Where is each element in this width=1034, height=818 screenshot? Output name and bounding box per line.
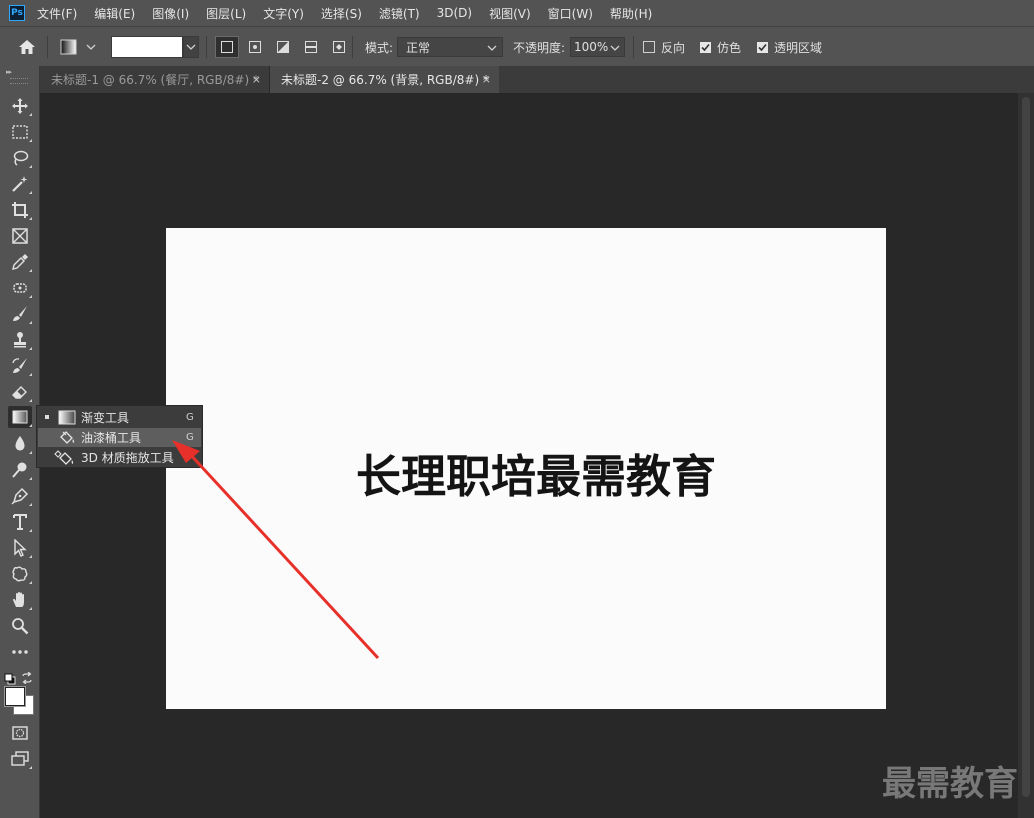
current-tool-bullet xyxy=(45,415,49,419)
blur-tool-icon[interactable] xyxy=(8,433,32,455)
close-icon[interactable]: × xyxy=(252,73,261,86)
document-canvas[interactable]: 长理职培最需教育 xyxy=(166,228,886,709)
move-tool-icon[interactable] xyxy=(8,95,32,117)
flyout-item-3d-material-drop[interactable]: 3D 材质拖放工具 xyxy=(38,448,201,467)
mode-select[interactable]: 正常 xyxy=(397,27,503,67)
menu-file[interactable]: 文件(F) xyxy=(37,5,77,22)
healing-brush-tool-icon[interactable] xyxy=(8,277,32,299)
menu-bar: Ps 文件(F) 编辑(E) 图像(I) 图层(L) 文字(Y) 选择(S) 滤… xyxy=(0,0,1034,26)
hand-tool-icon[interactable] xyxy=(8,589,32,611)
gradient-tool-flyout: 渐变工具 G 油漆桶工具 G 3D 材质拖放工具 xyxy=(36,405,203,468)
path-selection-tool-icon[interactable] xyxy=(8,537,32,559)
vertical-scrollbar[interactable] xyxy=(1018,93,1034,818)
watermark-text: 最需教育 xyxy=(882,764,1018,804)
gradient-tool-icon[interactable] xyxy=(8,406,32,428)
flyout-item-gradient[interactable]: 渐变工具 G xyxy=(38,408,201,427)
custom-shape-tool-icon[interactable] xyxy=(8,563,32,585)
brush-tool-icon[interactable] xyxy=(8,303,32,325)
magic-wand-tool-icon[interactable] xyxy=(8,173,32,195)
reverse-label: 反向 xyxy=(661,40,686,55)
eyedropper-tool-icon[interactable] xyxy=(8,251,32,273)
dither-checkbox[interactable]: 仿色 xyxy=(700,27,741,67)
edit-toolbar-icon[interactable] xyxy=(8,641,32,663)
menu-layer[interactable]: 图层(L) xyxy=(206,5,246,22)
menu-type[interactable]: 文字(Y) xyxy=(263,5,304,22)
type-tool-icon[interactable] xyxy=(8,511,32,533)
menu-window[interactable]: 窗口(W) xyxy=(548,5,593,22)
opacity-label: 不透明度: xyxy=(513,40,566,55)
diamond-gradient-button[interactable] xyxy=(327,36,351,58)
panel-grip-icon[interactable] xyxy=(10,78,28,84)
mode-value: 正常 xyxy=(406,40,431,55)
quick-mask-icon[interactable] xyxy=(8,722,32,744)
linear-gradient-button[interactable] xyxy=(215,36,239,58)
flyout-item-paint-bucket[interactable]: 油漆桶工具 G xyxy=(38,428,201,447)
gradient-preset-picker[interactable] xyxy=(60,27,98,67)
canvas-text-layer: 长理职培最需教育 xyxy=(355,450,716,503)
menu-view[interactable]: 视图(V) xyxy=(489,5,531,22)
transparency-checkbox[interactable]: 透明区域 xyxy=(757,27,822,67)
opacity-value: 100% xyxy=(574,40,609,54)
menu-image[interactable]: 图像(I) xyxy=(152,5,189,22)
tools-panel: ▸▸ xyxy=(0,66,40,818)
flyout-shortcut: G xyxy=(186,432,194,443)
panel-collapse-icon[interactable]: ▸▸ xyxy=(6,68,12,76)
marquee-tool-icon[interactable] xyxy=(8,121,32,143)
zoom-tool-icon[interactable] xyxy=(8,615,32,637)
scrollbar-thumb[interactable] xyxy=(1022,97,1030,797)
tab-title: 未标题-2 @ 66.7% (背景, RGB/8#) * xyxy=(281,73,489,87)
gradient-icon xyxy=(58,410,76,425)
photoshop-logo-icon: Ps xyxy=(9,5,25,21)
close-icon[interactable]: × xyxy=(482,73,491,86)
menu-select[interactable]: 选择(S) xyxy=(321,5,362,22)
tab-untitled-1[interactable]: 未标题-1 @ 66.7% (餐厅, RGB/8#) * × xyxy=(40,66,270,93)
home-icon[interactable] xyxy=(18,27,36,67)
tab-title: 未标题-1 @ 66.7% (餐厅, RGB/8#) * xyxy=(51,73,259,87)
reverse-checkbox[interactable]: 反向 xyxy=(643,27,685,67)
foreground-color-swatch[interactable] xyxy=(5,687,25,706)
mode-label: 模式: xyxy=(365,40,394,55)
flyout-shortcut: G xyxy=(186,412,194,423)
tab-untitled-2[interactable]: 未标题-2 @ 66.7% (背景, RGB/8#) * × xyxy=(270,66,499,93)
crop-tool-icon[interactable] xyxy=(8,199,32,221)
angle-gradient-button[interactable] xyxy=(271,36,295,58)
paint-bucket-icon xyxy=(58,430,76,445)
flyout-label: 渐变工具 xyxy=(81,411,130,425)
dither-label: 仿色 xyxy=(717,40,742,55)
lasso-tool-icon[interactable] xyxy=(8,147,32,169)
document-tab-bar: 未标题-1 @ 66.7% (餐厅, RGB/8#) * × 未标题-2 @ 6… xyxy=(40,66,1034,93)
gradient-editor-swatch[interactable] xyxy=(111,27,199,67)
clone-stamp-tool-icon[interactable] xyxy=(8,329,32,351)
eraser-tool-icon[interactable] xyxy=(8,381,32,403)
menu-help[interactable]: 帮助(H) xyxy=(610,5,652,22)
3d-material-drop-icon xyxy=(54,450,74,465)
history-brush-tool-icon[interactable] xyxy=(8,355,32,377)
frame-tool-icon[interactable] xyxy=(8,225,32,247)
screen-mode-icon[interactable] xyxy=(8,748,32,770)
swap-colors-icon[interactable] xyxy=(21,669,33,688)
reflected-gradient-button[interactable] xyxy=(299,36,323,58)
menu-3d[interactable]: 3D(D) xyxy=(437,6,472,20)
flyout-label: 3D 材质拖放工具 xyxy=(81,451,174,465)
flyout-label: 油漆桶工具 xyxy=(81,431,142,445)
pen-tool-icon[interactable] xyxy=(8,485,32,507)
menu-edit[interactable]: 编辑(E) xyxy=(94,5,135,22)
radial-gradient-button[interactable] xyxy=(243,36,267,58)
dodge-tool-icon[interactable] xyxy=(8,459,32,481)
gradient-type-group xyxy=(215,27,351,67)
options-bar: 模式: 正常 不透明度: 100% 反向 仿色 透明区域 xyxy=(0,26,1034,66)
opacity-field[interactable]: 100% xyxy=(570,27,625,67)
menu-filter[interactable]: 滤镜(T) xyxy=(379,5,420,22)
transparency-label: 透明区域 xyxy=(774,40,823,55)
